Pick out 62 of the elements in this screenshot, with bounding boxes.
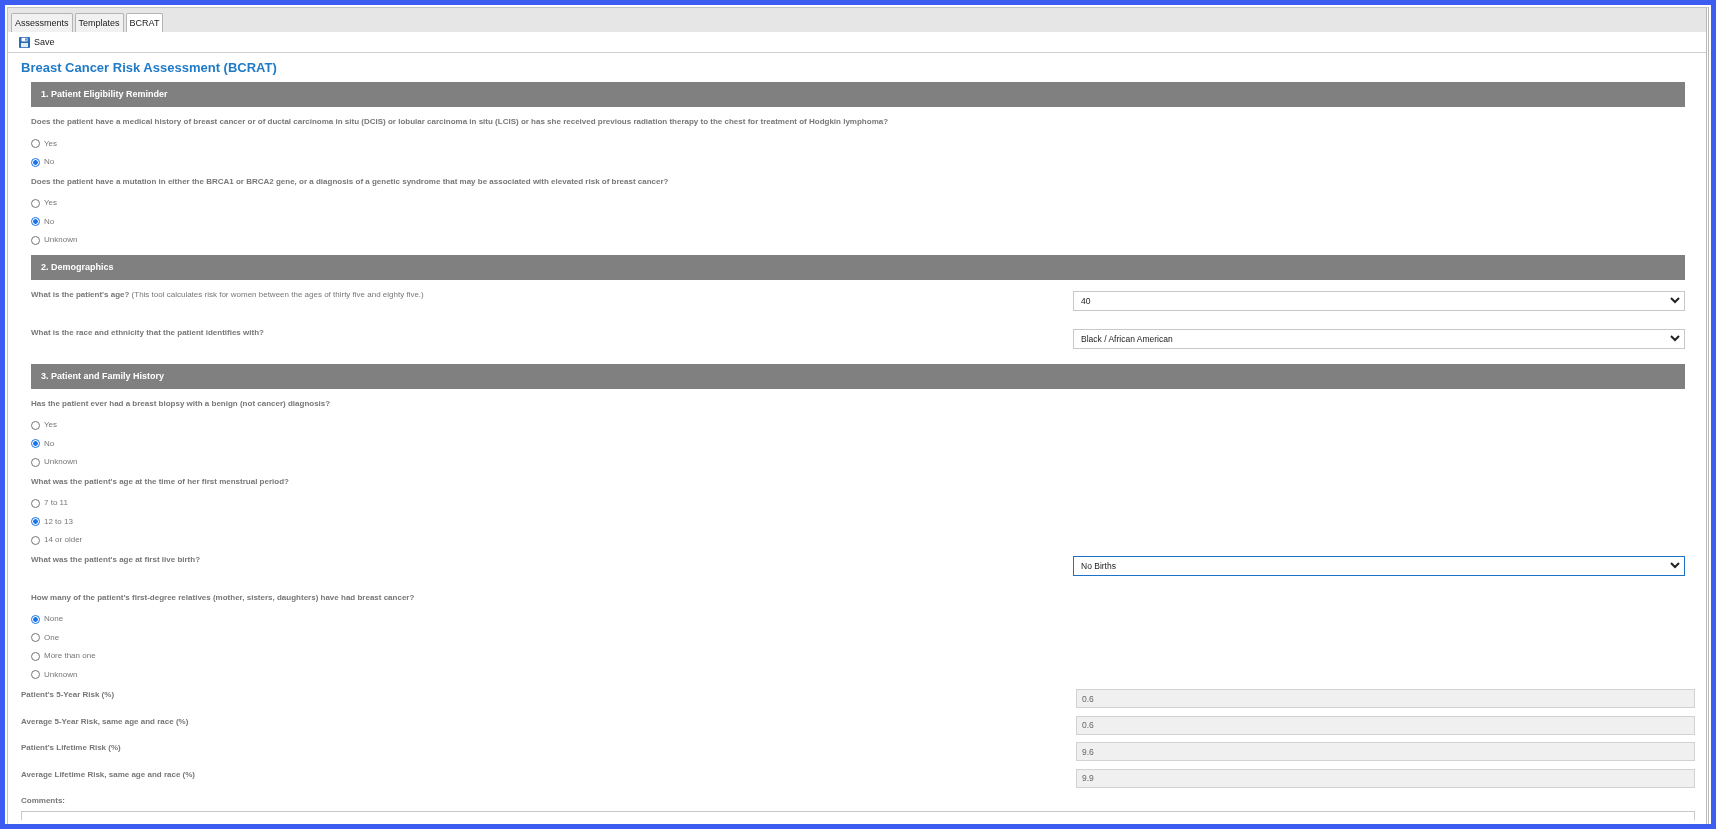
chevron-down-icon [1670, 562, 1680, 569]
result-field: 9.6 [1076, 742, 1695, 761]
radio-label[interactable]: Yes [44, 138, 58, 149]
radio-label[interactable]: Unknown [44, 457, 78, 468]
radio-label[interactable]: More than one [44, 651, 96, 662]
result-label: Average Lifetime Risk, same age and race (%) [21, 768, 196, 781]
radio-button[interactable] [31, 217, 40, 227]
radio-label[interactable]: No [44, 438, 55, 449]
dropdown[interactable]: Black / African American [1073, 328, 1685, 349]
question-text: How many of the patient's first-degree relatives (mother, sisters, daughters) have had breast cancer? [31, 591, 416, 604]
radio-button[interactable] [31, 498, 40, 508]
dropdown[interactable]: 40 [1073, 290, 1685, 311]
section-header: 1. Patient Eligibility Reminder [31, 82, 1685, 107]
radio-button[interactable] [31, 614, 40, 624]
radio-label[interactable]: One [44, 632, 60, 643]
question-text: What is the patient's age? (This tool calculates risk for women between the ages of thirty five and eighty five.) [31, 288, 425, 301]
radio-button[interactable] [31, 235, 40, 245]
radio-label[interactable]: Unknown [44, 235, 78, 246]
result-label: Patient's Lifetime Risk (%) [21, 742, 122, 754]
question-text: Does the patient have a medical history of breast cancer or of ductal carcinoma in situ (DCIS) or lobular carcinoma in situ (LCIS) or has she received previous radiation therapy to the chest for treatment of Hodgkin lymphoma? [31, 116, 890, 128]
radio-label[interactable]: 12 to 13 [44, 516, 73, 527]
radio-label[interactable]: Yes [44, 420, 58, 431]
radio-button[interactable] [31, 439, 40, 449]
radio-button[interactable] [31, 457, 40, 467]
comments-label: Comments: [21, 795, 66, 807]
radio-label[interactable]: 7 to 11 [44, 498, 68, 509]
section-header: 2. Demographics [31, 254, 1685, 280]
question-text: What was the patient's age at first live birth? [31, 553, 202, 566]
radio-label[interactable]: None [44, 614, 64, 625]
page-title: Breast Cancer Risk Assessment (BCRAT) [21, 60, 278, 76]
question-text: Has the patient ever had a breast biopsy with a benign (not cancer) diagnosis? [31, 397, 332, 410]
question-text: What was the patient's age at the time of her first menstrual period? [31, 475, 290, 488]
result-label: Average 5-Year Risk, same age and race (%) [21, 715, 190, 728]
result-field: 0.6 [1076, 689, 1695, 708]
tab[interactable]: Assessments [11, 13, 73, 32]
tab[interactable]: Templates [74, 13, 124, 32]
radio-label[interactable]: 14 or older [44, 535, 83, 546]
radio-label[interactable]: Yes [44, 198, 58, 209]
question-text: What is the race and ethnicity that the patient identifies with? [31, 326, 265, 339]
save-button[interactable]: Save [19, 36, 55, 48]
dropdown[interactable]: No Births [1073, 555, 1685, 576]
radio-button[interactable] [31, 633, 40, 643]
radio-label[interactable]: No [44, 157, 55, 168]
tab[interactable]: BCRAT [125, 13, 164, 32]
result-field: 9.9 [1076, 768, 1695, 788]
radio-button[interactable] [31, 670, 40, 680]
result-label: Patient's 5-Year Risk (%) [21, 689, 116, 701]
comments-field[interactable] [21, 811, 1695, 820]
chevron-down-icon [1670, 335, 1680, 342]
radio-button[interactable] [31, 198, 40, 208]
radio-label[interactable]: Unknown [44, 669, 78, 680]
radio-button[interactable] [31, 157, 40, 167]
radio-button[interactable] [31, 420, 40, 430]
question-text: Does the patient have a mutation in either the BRCA1 or BRCA2 gene, or a diagnosis of a genetic syndrome that may be associated with elevated risk of breast cancer? [31, 175, 670, 188]
radio-label[interactable]: No [44, 216, 55, 227]
radio-button[interactable] [31, 535, 40, 545]
radio-button[interactable] [31, 139, 40, 149]
radio-button[interactable] [31, 651, 40, 661]
chevron-down-icon [1670, 297, 1680, 304]
result-field: 0.6 [1076, 715, 1695, 735]
section-header: 3. Patient and Family History [31, 363, 1685, 389]
radio-button[interactable] [31, 517, 40, 527]
